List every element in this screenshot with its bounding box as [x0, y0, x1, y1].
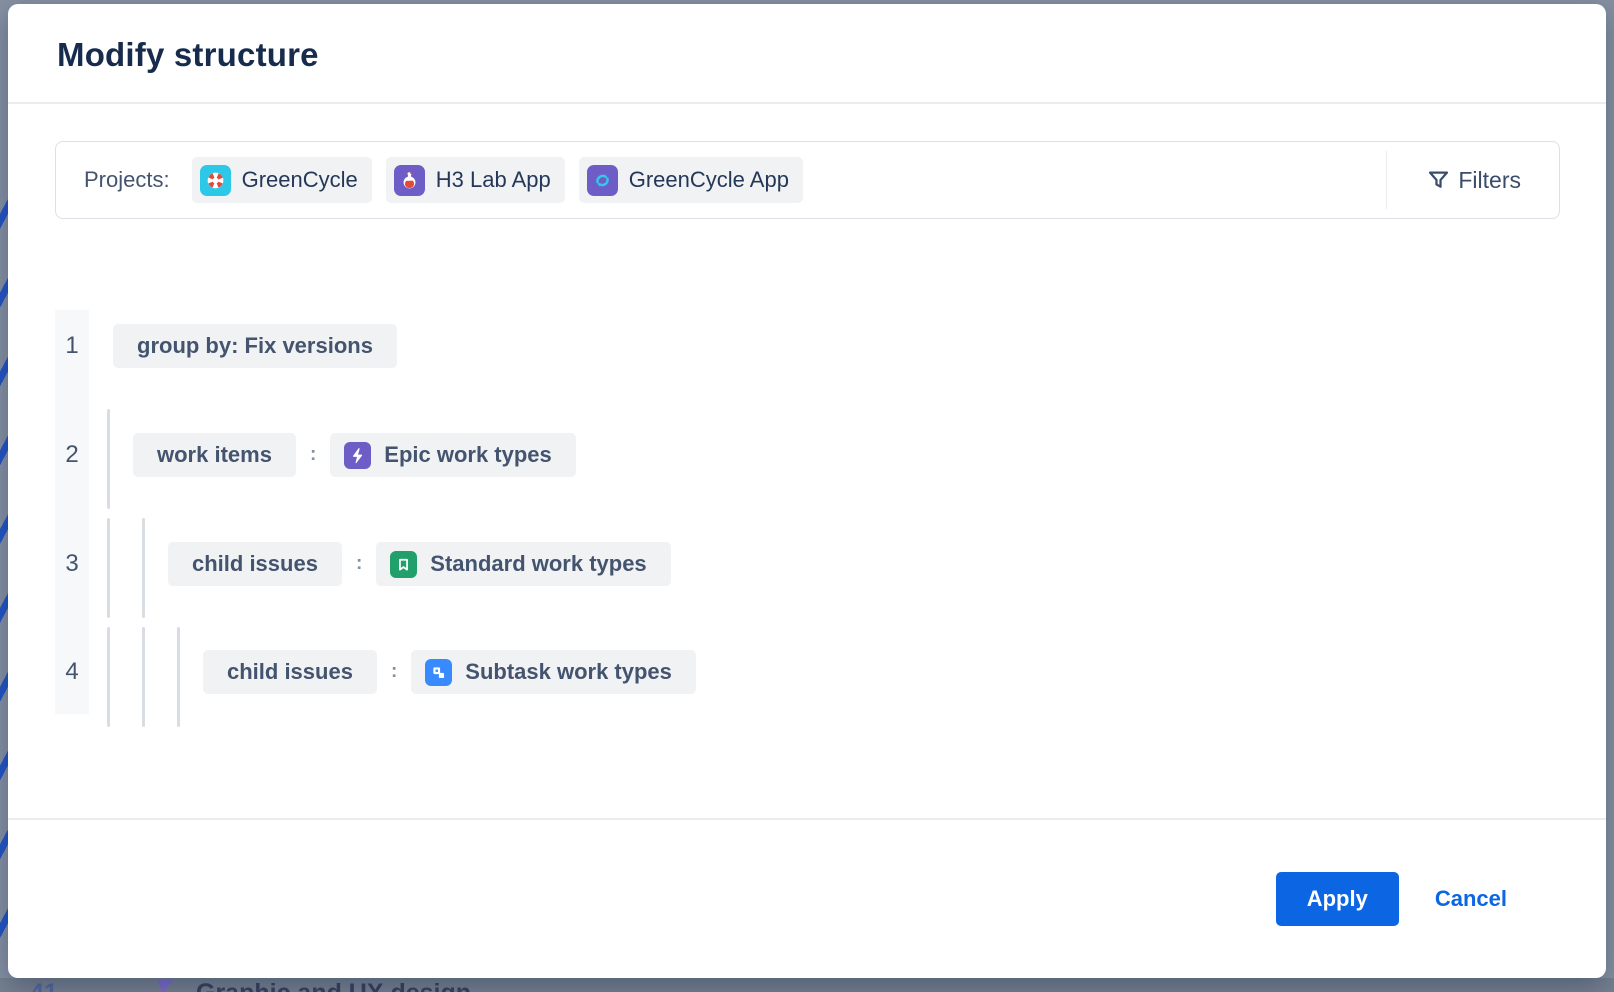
dialog-footer: Apply Cancel: [8, 818, 1606, 978]
filter-funnel-icon: [1425, 167, 1452, 194]
indent-guide: [142, 627, 145, 727]
indent-guide: [107, 409, 110, 509]
flask-icon: [394, 165, 425, 196]
project-name: GreenCycle App: [629, 167, 789, 193]
level-chip[interactable]: child issues: [168, 542, 342, 586]
level-chip[interactable]: child issues: [203, 650, 377, 694]
level-chip[interactable]: work items: [133, 433, 296, 477]
colon-separator: :: [356, 553, 362, 575]
dialog-title: Modify structure: [57, 36, 319, 74]
issue-title: Graphic and UX design: [196, 979, 471, 992]
issue-key: 41: [30, 979, 58, 992]
project-name: H3 Lab App: [436, 167, 551, 193]
screen: 41 Graphic and UX design Modify structur…: [0, 0, 1614, 992]
indent-guide: [142, 518, 145, 618]
work-type-chip-epic[interactable]: Epic work types: [330, 433, 576, 477]
epic-icon: [344, 442, 371, 469]
work-type-chip-subtask[interactable]: Subtask work types: [411, 650, 696, 694]
row-number: 4: [55, 658, 89, 686]
projects-label: Projects:: [84, 167, 170, 193]
work-type-label: Epic work types: [384, 442, 552, 468]
background-issue-row: 41 Graphic and UX design: [0, 978, 1614, 992]
colon-separator: :: [391, 661, 397, 683]
header-divider: [8, 102, 1606, 104]
row-number: 1: [55, 332, 89, 360]
indent-guide: [107, 518, 110, 618]
work-type-chip-standard[interactable]: Standard work types: [376, 542, 670, 586]
filters-label: Filters: [1458, 167, 1521, 194]
project-chip-greencycle[interactable]: GreenCycle: [192, 157, 372, 203]
structure-row-group-by: group by: Fix versions: [113, 324, 397, 368]
structure-row-work-items: work items : Epic work types: [133, 433, 576, 477]
lifebuoy-icon: [200, 165, 231, 196]
row-number: 2: [55, 441, 89, 469]
structure-row-child-issues-2: child issues : Subtask work types: [203, 650, 696, 694]
group-by-chip[interactable]: group by: Fix versions: [113, 324, 397, 368]
row-number: 3: [55, 550, 89, 578]
structure-row-child-issues-1: child issues : Standard work types: [168, 542, 671, 586]
modify-structure-dialog: Modify structure Projects: GreenCycle: [8, 4, 1606, 978]
projects-bar: Projects: GreenCycle: [55, 141, 1560, 219]
indent-guide: [177, 627, 180, 727]
apply-button[interactable]: Apply: [1276, 872, 1399, 926]
colon-separator: :: [310, 444, 316, 466]
indent-guide: [107, 627, 110, 727]
project-chip-h3-lab-app[interactable]: H3 Lab App: [386, 157, 565, 203]
work-type-label: Standard work types: [430, 551, 646, 577]
subtask-icon: [425, 659, 452, 686]
epic-icon: [155, 980, 174, 992]
project-chip-greencycle-app[interactable]: GreenCycle App: [579, 157, 803, 203]
work-type-label: Subtask work types: [465, 659, 672, 685]
cancel-button[interactable]: Cancel: [1429, 886, 1513, 912]
story-icon: [390, 551, 417, 578]
sync-arrows-icon: [587, 165, 618, 196]
project-name: GreenCycle: [242, 167, 358, 193]
filters-button[interactable]: Filters: [1387, 142, 1559, 218]
row-number-gutter: [55, 310, 89, 714]
